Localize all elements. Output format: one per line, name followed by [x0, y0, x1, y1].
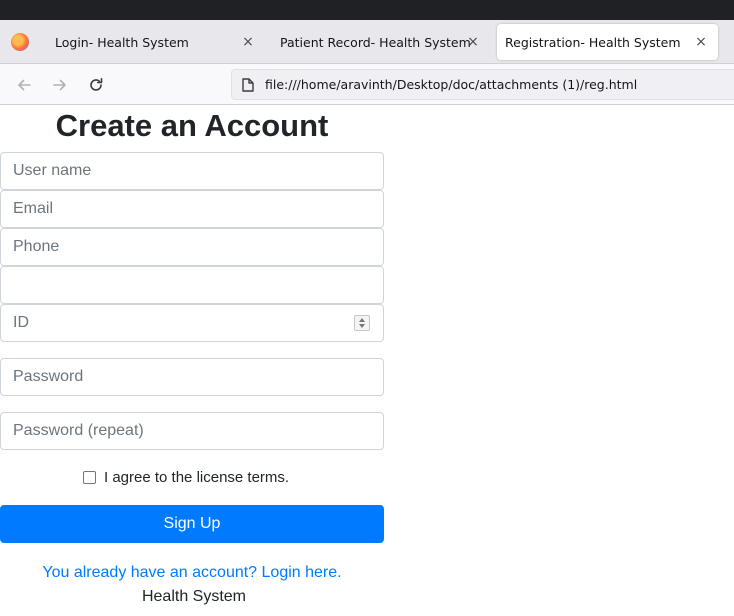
address-bar[interactable]: file:///home/aravinth/Desktop/doc/attach…	[231, 69, 734, 100]
blank-input[interactable]	[1, 267, 383, 303]
tab-patient-record[interactable]: Patient Record- Health System ×	[270, 24, 490, 60]
tab-label: Login- Health System	[55, 34, 189, 50]
close-icon[interactable]: ×	[692, 33, 710, 51]
address-url[interactable]: file:///home/aravinth/Desktop/doc/attach…	[265, 77, 637, 92]
password-field[interactable]	[0, 358, 384, 396]
close-icon[interactable]: ×	[239, 33, 257, 51]
forward-arrow-icon	[53, 79, 66, 91]
id-input[interactable]	[1, 305, 383, 341]
firefox-logo-icon[interactable]	[11, 33, 29, 51]
reload-icon	[90, 78, 103, 91]
reload-button[interactable]	[83, 72, 109, 98]
username-input[interactable]	[1, 153, 383, 189]
window-top-bar	[0, 0, 734, 20]
close-icon[interactable]: ×	[464, 33, 482, 51]
email-field[interactable]	[0, 190, 384, 228]
terms-checkbox[interactable]	[83, 470, 96, 484]
phone-input[interactable]	[1, 229, 383, 265]
password-repeat-field[interactable]	[0, 412, 384, 450]
back-button[interactable]	[11, 72, 37, 98]
terms-agreement[interactable]: I agree to the license terms.	[83, 468, 289, 486]
blank-field[interactable]	[0, 266, 384, 304]
password-input[interactable]	[1, 359, 383, 395]
forward-button[interactable]	[47, 72, 73, 98]
email-input[interactable]	[1, 191, 383, 227]
back-arrow-icon	[18, 79, 31, 91]
registration-page: Create an Account I agree to the license…	[0, 106, 734, 616]
page-title: Create an Account	[55, 108, 329, 143]
password-repeat-input[interactable]	[1, 413, 383, 449]
footer-text: Health System	[141, 588, 247, 605]
tab-label: Registration- Health System	[505, 34, 681, 50]
sign-up-button[interactable]: Sign Up	[0, 505, 384, 543]
id-field[interactable]	[0, 304, 384, 342]
phone-field[interactable]	[0, 228, 384, 266]
number-stepper-icon[interactable]	[354, 315, 370, 331]
tab-label: Patient Record- Health System	[280, 34, 471, 50]
tab-registration[interactable]: Registration- Health System ×	[497, 24, 718, 60]
page-icon	[242, 78, 254, 92]
login-link[interactable]: You already have an account? Login here.	[0, 564, 384, 582]
tab-strip: Login- Health System × Patient Record- H…	[0, 20, 734, 64]
tab-login[interactable]: Login- Health System ×	[45, 24, 265, 60]
navigation-toolbar: file:///home/aravinth/Desktop/doc/attach…	[0, 64, 734, 105]
terms-label: I agree to the license terms.	[104, 468, 290, 486]
username-field[interactable]	[0, 152, 384, 190]
